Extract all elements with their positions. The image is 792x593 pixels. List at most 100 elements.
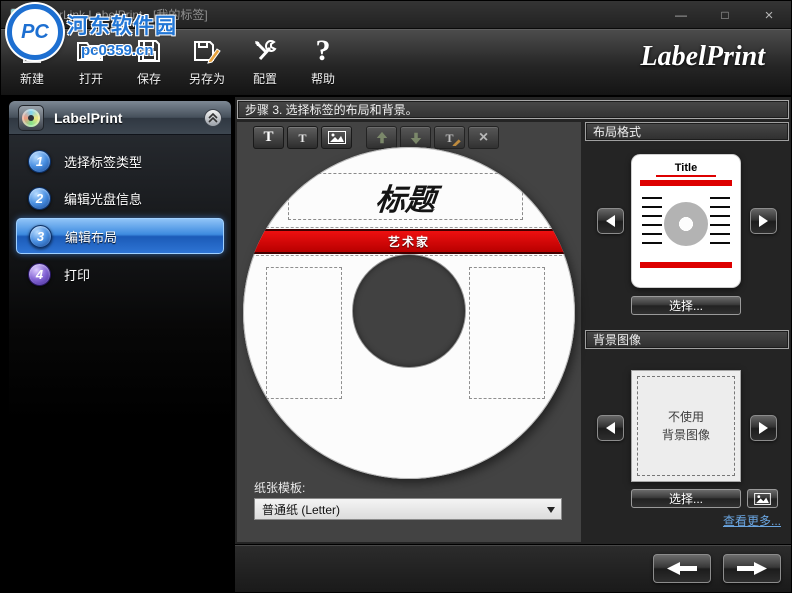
- paper-template-value: 普通纸 (Letter): [262, 502, 341, 517]
- sidebar: LabelPrint 1 选择标签类型 2 编辑光盘信息 3 编辑布局 4 打印: [9, 101, 231, 592]
- background-thumb-inner: 不使用 背景图像: [637, 376, 735, 476]
- arrow-left-icon: [606, 215, 615, 227]
- step-2-label: 编辑光盘信息: [64, 191, 143, 207]
- edit-text-button[interactable]: T: [434, 126, 465, 149]
- view-more-link[interactable]: 查看更多...: [681, 512, 781, 529]
- step-3-badge: 3: [29, 224, 52, 248]
- layout-thumb-tracklines-left: [642, 197, 662, 251]
- layout-thumb-tracklines-right: [710, 197, 730, 251]
- paper-template-select[interactable]: 普通纸 (Letter): [254, 498, 562, 520]
- help-icon: ?: [315, 34, 331, 67]
- save-as-label: 另存为: [188, 72, 225, 86]
- disc-center-hole: [353, 255, 465, 367]
- sidebar-step-3-active[interactable]: 3 编辑布局: [16, 218, 224, 254]
- watermark-site-name: 河东软件园: [67, 15, 177, 38]
- layout-prev-button[interactable]: [597, 208, 624, 234]
- labelprint-disc-icon: [18, 104, 44, 131]
- settings-tools-icon: [252, 33, 278, 69]
- move-up-button[interactable]: [366, 126, 397, 149]
- canvas-toolbar: T T T ×: [253, 126, 502, 149]
- add-text-icon: T: [263, 129, 274, 145]
- maximize-button[interactable]: □: [703, 1, 747, 29]
- layout-thumbnail[interactable]: Title: [631, 154, 741, 288]
- layout-thumb-hole: [664, 202, 708, 246]
- step-1-badge: 1: [28, 149, 51, 173]
- add-image-icon: [327, 131, 346, 144]
- save-as-button[interactable]: 另存为: [178, 33, 236, 93]
- step-3-label: 编辑布局: [65, 229, 118, 245]
- sidebar-step-4[interactable]: 4 打印: [16, 257, 224, 291]
- layout-next-button[interactable]: [750, 208, 777, 234]
- previous-step-button[interactable]: [653, 554, 711, 583]
- sidebar-title: LabelPrint: [54, 109, 123, 126]
- step-4-badge: 4: [28, 262, 51, 286]
- watermark-logo-text: PC: [21, 20, 49, 43]
- watermark-site-url: pc0359.cn: [81, 42, 154, 59]
- move-down-button[interactable]: [400, 126, 431, 149]
- help-button[interactable]: ? 帮助: [294, 33, 352, 93]
- move-up-icon: [376, 131, 387, 143]
- step-4-label: 打印: [64, 267, 91, 283]
- layout-select-button[interactable]: 选择...: [631, 296, 741, 315]
- layout-thumb-band-top: [640, 180, 732, 186]
- help-label: 帮助: [310, 72, 335, 86]
- chevron-up-icon: [208, 113, 218, 123]
- big-arrow-right-icon: [737, 562, 767, 575]
- bottom-navigation-bar: [235, 544, 791, 592]
- background-next-button[interactable]: [750, 415, 777, 441]
- layout-thumb-band-bottom: [640, 262, 732, 268]
- background-image-header: 背景图像: [585, 330, 789, 349]
- track-list-left[interactable]: [266, 267, 342, 399]
- sidebar-step-2[interactable]: 2 编辑光盘信息: [16, 181, 224, 215]
- background-select-label: 选择...: [668, 492, 703, 506]
- delete-button[interactable]: ×: [468, 126, 499, 149]
- new-label: 新建: [19, 72, 44, 86]
- background-prev-button[interactable]: [597, 415, 624, 441]
- step-instruction-text: 步骤 3. 选择标签的布局和背景。: [245, 103, 418, 117]
- add-text-button[interactable]: T: [253, 126, 284, 149]
- label-canvas: T T T × 标题 艺术家 纸张模板: 普通纸 (Letter): [237, 122, 581, 542]
- disc-artist-band[interactable]: 艺术家: [246, 227, 572, 256]
- background-thumb-line1: 不使用: [667, 410, 704, 424]
- browse-image-button[interactable]: [747, 489, 778, 508]
- close-button[interactable]: ×: [747, 1, 791, 29]
- minimize-button[interactable]: —: [659, 1, 703, 29]
- track-list-right[interactable]: [469, 267, 545, 399]
- watermark: PC 河东软件园 pc0359.cn: [7, 4, 177, 60]
- delete-icon: ×: [478, 128, 489, 146]
- configure-label: 配置: [252, 72, 277, 86]
- pencil-icon: [452, 139, 461, 146]
- background-select-button[interactable]: 选择...: [631, 489, 741, 508]
- app-window: CyberLink LabelPrint - [我的标签] — □ × 新建 打…: [0, 0, 792, 593]
- text-style-icon: T: [298, 130, 307, 145]
- configure-button[interactable]: 配置: [236, 33, 294, 93]
- background-thumbnail[interactable]: 不使用 背景图像: [631, 370, 741, 482]
- layout-select-label: 选择...: [668, 299, 703, 313]
- disc-title-field[interactable]: 标题: [288, 173, 523, 220]
- text-style-button[interactable]: T: [287, 126, 318, 149]
- sidebar-step-1[interactable]: 1 选择标签类型: [16, 144, 224, 178]
- step-1-label: 选择标签类型: [64, 154, 143, 170]
- window-controls: — □ ×: [659, 1, 791, 29]
- disc-title-text: 标题: [373, 182, 437, 218]
- chevron-down-icon: [547, 507, 555, 513]
- save-label: 保存: [136, 72, 161, 86]
- step-2-badge: 2: [28, 186, 51, 210]
- next-step-button[interactable]: [723, 554, 781, 583]
- arrow-right-icon: [759, 215, 768, 227]
- layout-format-title: 布局格式: [593, 125, 642, 139]
- add-image-button[interactable]: [321, 126, 352, 149]
- layout-thumb-title: Title: [656, 162, 716, 177]
- step-instruction-bar: 步骤 3. 选择标签的布局和背景。: [237, 100, 789, 119]
- sidebar-header: LabelPrint: [9, 101, 231, 135]
- collapse-sidebar-button[interactable]: [204, 109, 222, 127]
- arrow-right-icon: [759, 422, 768, 434]
- watermark-logo-icon: PC: [7, 4, 63, 60]
- watermark-text: 河东软件园 pc0359.cn: [67, 10, 177, 59]
- disc-artist-text: 艺术家: [387, 235, 430, 249]
- image-browse-icon: [754, 492, 771, 505]
- disc-preview[interactable]: 标题 艺术家: [243, 147, 575, 479]
- arrow-left-icon: [606, 422, 615, 434]
- paper-template-label: 纸张模板:: [254, 481, 306, 495]
- big-arrow-left-icon: [667, 562, 697, 575]
